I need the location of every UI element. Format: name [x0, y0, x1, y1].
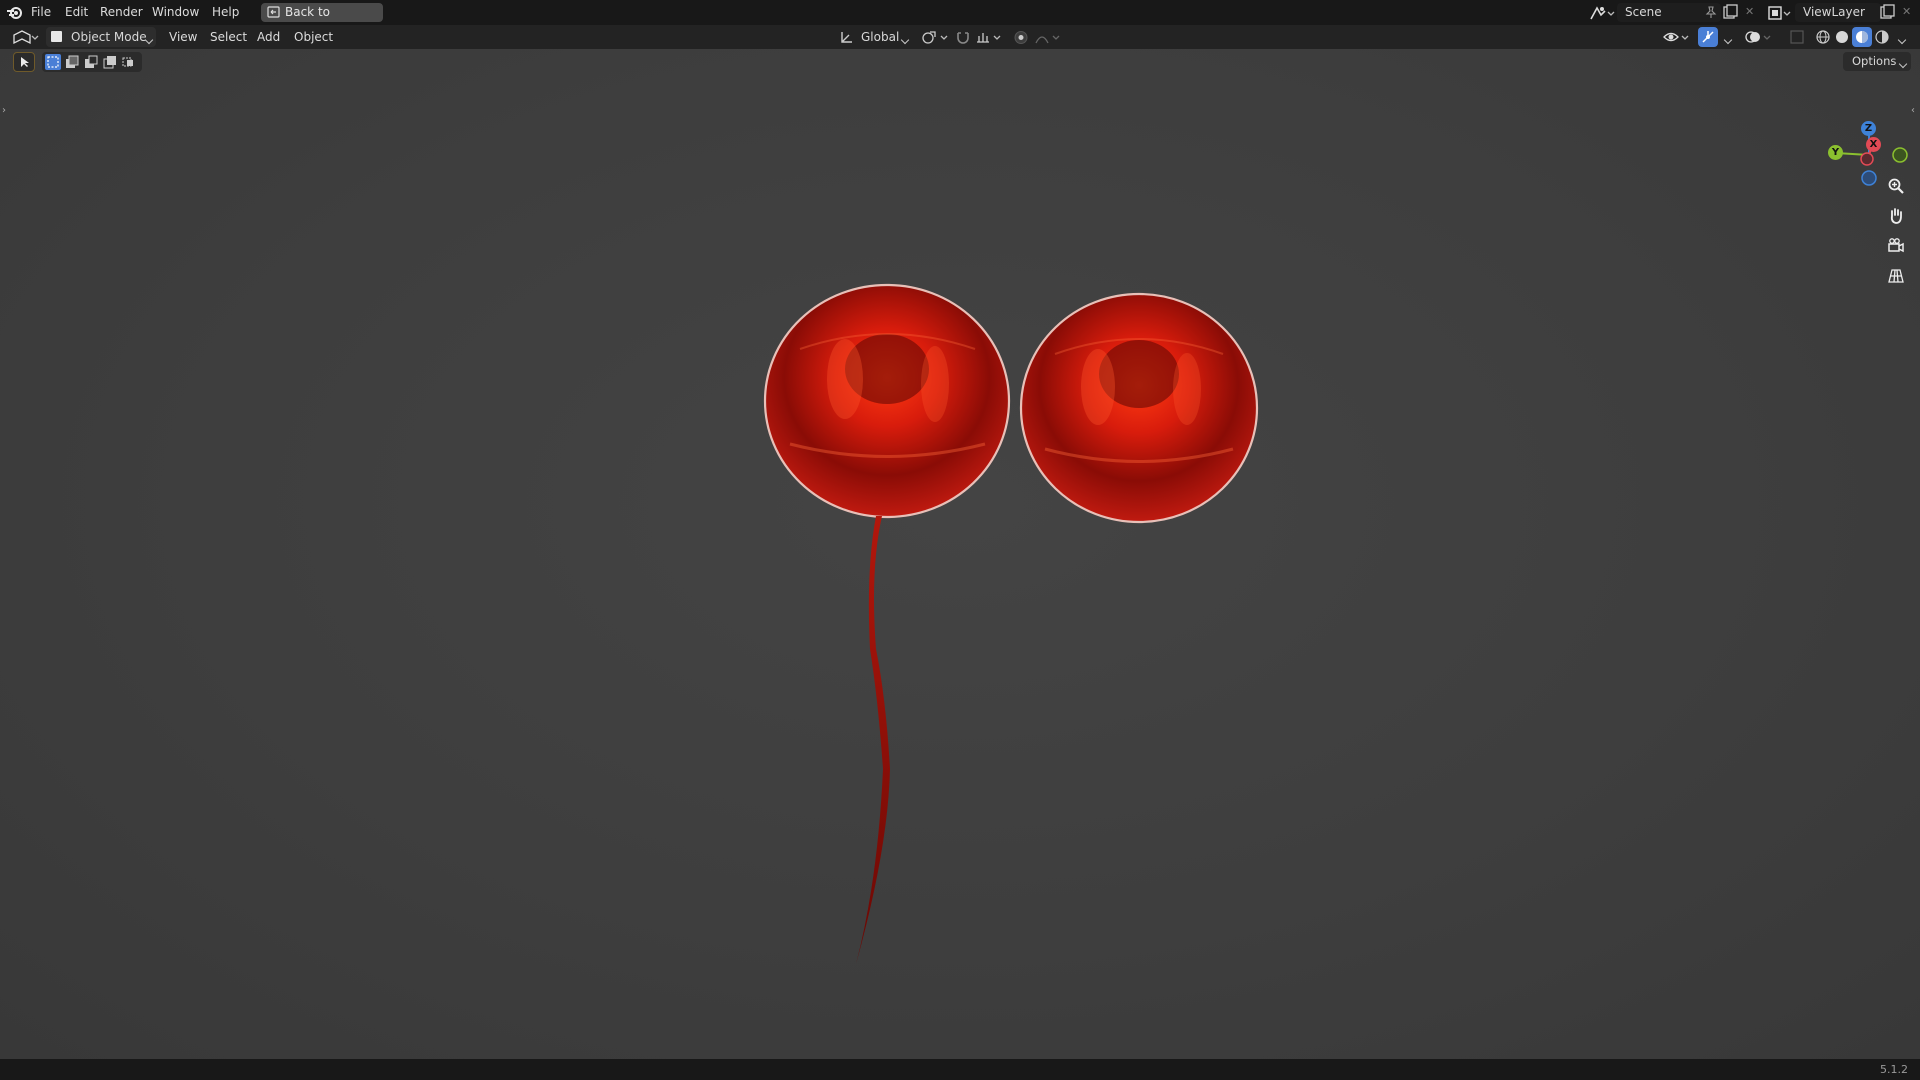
status-bar: 5.1.2 — [0, 1059, 1920, 1080]
chevron-down-icon[interactable] — [1723, 32, 1733, 46]
menu-render[interactable]: Render — [100, 0, 143, 25]
snapping-toggle-icon[interactable] — [955, 29, 971, 48]
viewport-header: Object Mode View Select Add Object Globa… — [0, 25, 1920, 49]
wireframe-shading-icon[interactable] — [1815, 29, 1831, 48]
scene-name-label: Scene — [1625, 5, 1662, 19]
gizmo-toggle-button[interactable] — [1698, 27, 1718, 47]
menu-edit[interactable]: Edit — [65, 0, 88, 25]
gizmo-icon — [1701, 30, 1715, 47]
blender-logo-icon[interactable] — [6, 4, 24, 22]
3d-viewport[interactable]: Options › ‹ Z Y X — [0, 49, 1920, 1059]
view-layer-field[interactable]: ViewLayer — [1795, 3, 1881, 22]
balloon-right[interactable] — [1019, 292, 1259, 524]
object-mode-label: Object Mode — [71, 30, 147, 44]
transform-orientation-dropdown[interactable]: Global — [856, 27, 914, 47]
proportional-falloff-icon[interactable] — [1034, 30, 1064, 48]
menu-window[interactable]: Window — [152, 0, 199, 25]
chevron-down-icon[interactable] — [1897, 32, 1907, 46]
scene-name-field[interactable]: Scene — [1617, 3, 1721, 22]
scene-render — [763, 283, 1259, 964]
overlays-toggle-icon[interactable] — [1745, 29, 1773, 48]
material-preview-shading-button[interactable] — [1852, 27, 1872, 47]
object-mode-dropdown[interactable]: Object Mode — [46, 27, 156, 47]
balloon-string[interactable] — [856, 516, 890, 964]
object-mode-icon — [51, 31, 62, 42]
snap-target-icon[interactable] — [975, 30, 1005, 48]
delete-view-layer-icon[interactable]: ✕ — [1902, 6, 1911, 18]
balloon-left[interactable] — [763, 283, 1011, 519]
back-to-previous-button[interactable]: Back to Previous — [261, 3, 383, 38]
chevron-down-icon — [900, 32, 910, 46]
xray-toggle-icon[interactable] — [1790, 30, 1804, 47]
back-icon — [267, 6, 280, 18]
menu-help[interactable]: Help — [212, 0, 239, 25]
proportional-editing-icon[interactable] — [1013, 30, 1029, 48]
transform-orientation-icon — [839, 30, 854, 48]
scene-selector-icon[interactable] — [1589, 5, 1615, 21]
version-label: 5.1.2 — [1880, 1063, 1908, 1076]
pivot-point-icon[interactable] — [921, 30, 951, 48]
menu-view[interactable]: View — [169, 25, 197, 49]
menu-object[interactable]: Object — [294, 25, 333, 49]
menu-select[interactable]: Select — [210, 25, 247, 49]
material-preview-icon — [1854, 29, 1870, 48]
menu-file[interactable]: File — [31, 0, 51, 25]
view-layer-selector-icon[interactable] — [1767, 5, 1793, 21]
rendered-shading-icon[interactable] — [1874, 29, 1890, 48]
new-view-layer-icon[interactable] — [1879, 4, 1895, 23]
solid-shading-icon[interactable] — [1834, 29, 1850, 48]
new-scene-icon[interactable] — [1722, 4, 1738, 23]
editor-type-icon[interactable] — [12, 29, 40, 45]
selectability-visibility-icon[interactable] — [1663, 29, 1693, 48]
view-layer-label: ViewLayer — [1803, 5, 1865, 19]
pin-icon[interactable] — [1705, 6, 1717, 22]
chevron-down-icon — [144, 32, 154, 46]
transform-orientation-label: Global — [861, 30, 900, 44]
menu-add[interactable]: Add — [257, 25, 280, 49]
delete-scene-icon[interactable]: ✕ — [1745, 6, 1754, 18]
top-bar: File Edit Render Window Help Back to Pre… — [0, 0, 1920, 38]
